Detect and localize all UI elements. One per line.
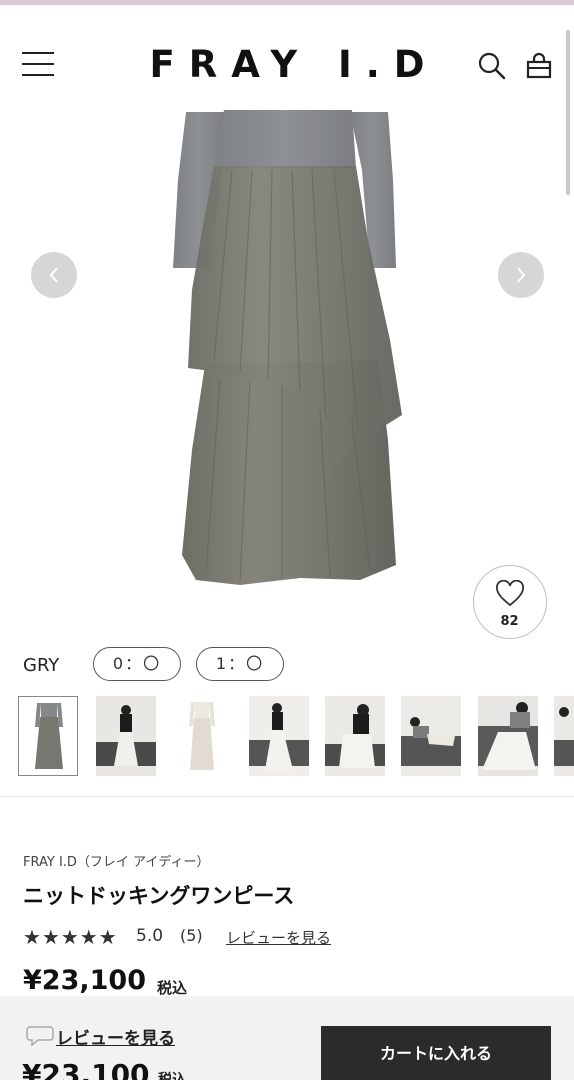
thumbnail-5[interactable]: [325, 696, 385, 776]
thumbnail-4[interactable]: [249, 696, 309, 776]
product-gallery[interactable]: 82: [0, 110, 574, 640]
thumbnail-3[interactable]: [172, 696, 232, 776]
product-image: [173, 110, 402, 585]
divider: [0, 796, 574, 797]
shopping-bag-icon[interactable]: [524, 51, 554, 81]
site-header: FRAY I.D: [0, 5, 574, 110]
heart-icon: [496, 580, 524, 607]
rating-score: 5.0: [136, 926, 164, 946]
product-price: ¥23,100: [23, 965, 146, 996]
thumbnail-6[interactable]: [401, 696, 461, 776]
size-option-1[interactable]: 1：〇: [196, 647, 284, 681]
favorite-count: 82: [500, 614, 519, 629]
product-name: ニットドッキングワンピース: [23, 884, 295, 908]
bottom-review-link[interactable]: レビューを見る: [26, 1024, 175, 1049]
bottom-price: ¥23,100: [22, 1058, 150, 1080]
thumbnail-8[interactable]: [554, 696, 574, 776]
review-link[interactable]: レビューを見る: [226, 927, 331, 948]
chevron-left-icon: [49, 267, 58, 283]
rating-row: ★★★★★ 5.0 (5) レビューを見る: [23, 925, 543, 949]
color-size-row: GRY 0：〇 1：〇: [0, 645, 574, 685]
size-option-0[interactable]: 0：〇: [93, 647, 181, 681]
favorite-button[interactable]: 82: [473, 565, 547, 639]
gallery-next-button[interactable]: [498, 252, 544, 298]
brand-name[interactable]: FRAY I.D（フレイ アイディー）: [23, 851, 210, 870]
chat-bubble-icon: [26, 1026, 54, 1046]
thumbnail-7[interactable]: [478, 696, 538, 776]
rating-stars: ★★★★★: [23, 925, 118, 949]
thumbnail-2[interactable]: [96, 696, 156, 776]
sticky-purchase-bar: レビューを見る ¥23,100 税込 カートに入れる: [0, 996, 574, 1080]
bottom-review-label[interactable]: レビューを見る: [56, 1029, 175, 1049]
gallery-prev-button[interactable]: [31, 252, 77, 298]
tax-label: 税込: [157, 979, 188, 997]
thumbnail-strip[interactable]: [0, 696, 574, 776]
chevron-right-icon: [517, 267, 526, 283]
bottom-tax-label: 税込: [158, 1072, 186, 1080]
search-icon[interactable]: [477, 51, 507, 81]
thumbnail-1[interactable]: [18, 696, 78, 776]
color-label: GRY: [23, 655, 60, 676]
add-to-cart-button[interactable]: カートに入れる: [321, 1026, 551, 1080]
rating-count: (5): [180, 926, 203, 945]
